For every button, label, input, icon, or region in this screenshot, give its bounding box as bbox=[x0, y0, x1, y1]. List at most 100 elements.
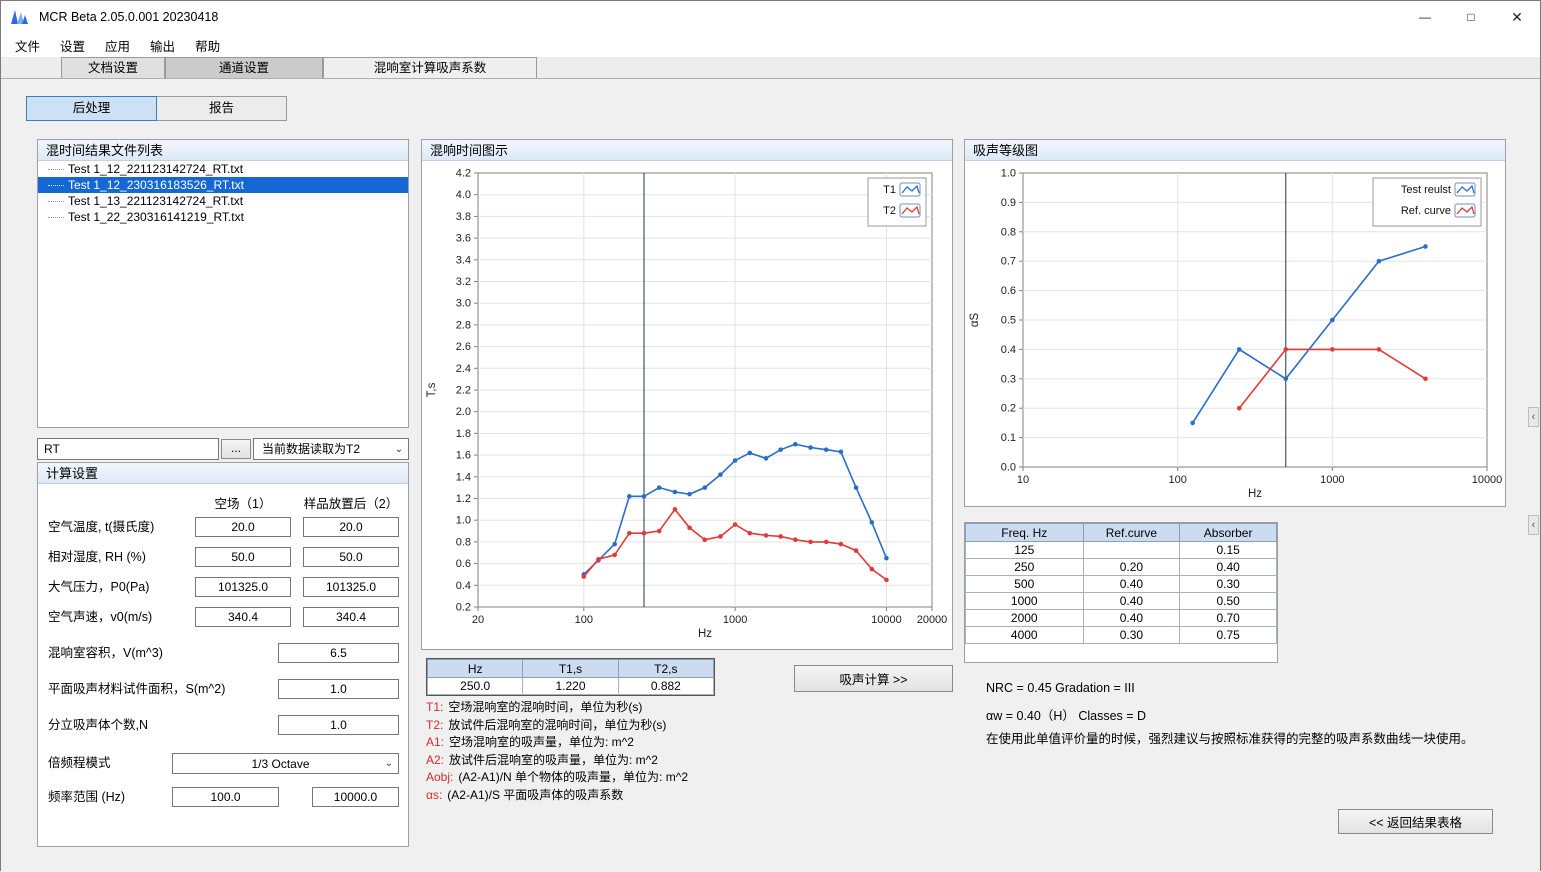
subtab-report[interactable]: 报告 bbox=[156, 96, 287, 121]
file-list-item[interactable]: Test 1_13_221123142724_RT.txt bbox=[38, 193, 408, 209]
field-input-col2[interactable] bbox=[303, 577, 399, 597]
return-results-button[interactable]: << 返回结果表格 bbox=[1338, 809, 1493, 834]
maximize-button[interactable]: □ bbox=[1448, 1, 1494, 33]
file-list-item[interactable]: Test 1_12_221123142724_RT.txt bbox=[38, 161, 408, 177]
svg-text:100: 100 bbox=[575, 614, 593, 626]
collapse-handle-bottom[interactable]: ‹ bbox=[1528, 515, 1539, 535]
subtab-postprocess[interactable]: 后处理 bbox=[26, 96, 157, 121]
menu-item-2[interactable]: 应用 bbox=[95, 34, 140, 57]
file-list-title: 混时间结果文件列表 bbox=[38, 140, 408, 161]
field-input-col1[interactable] bbox=[195, 577, 291, 597]
file-list-item[interactable]: Test 1_22_230316141219_RT.txt bbox=[38, 209, 408, 225]
svg-text:1.2: 1.2 bbox=[456, 493, 471, 505]
tab-document-settings[interactable]: 文档设置 bbox=[61, 57, 165, 78]
rating-table-cell: 0.40 bbox=[1083, 593, 1180, 610]
octave-mode-dropdown[interactable]: 1/3 Octave⌄ bbox=[172, 753, 399, 774]
calc-body: 空场（1）样品放置后（2）空气温度, t(摄氏度)相对湿度, RH (%)大气压… bbox=[38, 484, 408, 846]
menu-item-4[interactable]: 帮助 bbox=[185, 34, 230, 57]
field-input-col2[interactable] bbox=[303, 607, 399, 627]
field-input-col2[interactable] bbox=[303, 547, 399, 567]
data-read-dropdown[interactable]: 当前数据读取为T2 ⌄ bbox=[253, 438, 409, 460]
app-logo-icon bbox=[11, 8, 31, 26]
minimize-button[interactable]: — bbox=[1402, 1, 1448, 33]
field-input[interactable] bbox=[278, 643, 399, 663]
file-list[interactable]: Test 1_12_221123142724_RT.txtTest 1_12_2… bbox=[38, 161, 408, 427]
chevron-down-icon: ⌄ bbox=[391, 440, 407, 458]
svg-text:1.4: 1.4 bbox=[456, 471, 471, 483]
rating-table-cell: 0.15 bbox=[1180, 542, 1277, 559]
field-input[interactable] bbox=[278, 715, 399, 735]
svg-text:αS: αS bbox=[969, 313, 981, 328]
svg-text:0.8: 0.8 bbox=[1001, 226, 1016, 238]
rt-table-cell: 0.882 bbox=[618, 678, 713, 695]
absorb-calc-button[interactable]: 吸声计算 >> bbox=[794, 665, 953, 692]
svg-text:Hz: Hz bbox=[698, 628, 712, 640]
svg-text:Ref. curve: Ref. curve bbox=[1401, 205, 1451, 217]
menu-item-1[interactable]: 设置 bbox=[50, 34, 95, 57]
svg-text:1000: 1000 bbox=[1320, 474, 1344, 486]
rating-table-cell: 4000 bbox=[966, 627, 1084, 644]
rating-table-row: 20000.400.70 bbox=[966, 610, 1277, 627]
menu-item-0[interactable]: 文件 bbox=[5, 34, 50, 57]
svg-text:4.0: 4.0 bbox=[456, 189, 471, 201]
file-list-item[interactable]: Test 1_12_230316183526_RT.txt bbox=[38, 177, 408, 193]
field-input-col2[interactable] bbox=[303, 517, 399, 537]
rating-table-cell: 125 bbox=[966, 542, 1084, 559]
rating-table-row: 2500.200.40 bbox=[966, 559, 1277, 576]
field-label: 空气声速，v0(m/s) bbox=[48, 607, 152, 627]
rt-table-row: 250.01.2200.882 bbox=[428, 678, 714, 695]
rating-table-row: 40000.300.75 bbox=[966, 627, 1277, 644]
close-button[interactable]: ✕ bbox=[1494, 1, 1540, 33]
rt-table-header: T1,s bbox=[523, 660, 618, 678]
app-window: MCR Beta 2.05.0.001 20230418 — □ ✕ 文件设置应… bbox=[0, 0, 1541, 871]
svg-text:0.4: 0.4 bbox=[1001, 344, 1016, 356]
definitions-list: T1: 空场混响室的混响时间，单位为秒(s) T2:放试件后混响室的混响时间，单位为… bbox=[426, 699, 826, 804]
freq-min-input[interactable] bbox=[172, 787, 279, 807]
definition-line: Aobj:(A2-A1)/N 单个物体的吸声量，单位为: m^2 bbox=[426, 769, 826, 787]
svg-text:Hz: Hz bbox=[1248, 488, 1262, 500]
field-input[interactable] bbox=[278, 679, 399, 699]
svg-text:10: 10 bbox=[1017, 474, 1029, 486]
svg-text:3.8: 3.8 bbox=[456, 211, 471, 223]
svg-text:2.0: 2.0 bbox=[456, 406, 471, 418]
definition-text: (A2-A1)/S 平面吸声体的吸声系数 bbox=[447, 788, 623, 802]
rating-table-header: Ref.curve bbox=[1083, 524, 1180, 542]
definition-key: T1: bbox=[426, 700, 443, 714]
rating-table-cell: 2000 bbox=[966, 610, 1084, 627]
menu-item-3[interactable]: 输出 bbox=[140, 34, 185, 57]
rating-table-header: Absorber bbox=[1180, 524, 1277, 542]
collapse-handle-top[interactable]: ‹ bbox=[1528, 407, 1539, 427]
field-label: 混响室容积，V(m^3) bbox=[48, 643, 163, 663]
tab-reverberation-absorption[interactable]: 混响室计算吸声系数 bbox=[323, 57, 537, 78]
browse-button[interactable]: ... bbox=[221, 439, 251, 459]
rating-table-cell: 500 bbox=[966, 576, 1084, 593]
rt-cursor-table: HzT1,sT2,s250.01.2200.882 bbox=[426, 658, 715, 696]
svg-text:0.6: 0.6 bbox=[456, 558, 471, 570]
svg-text:T2: T2 bbox=[883, 205, 896, 217]
rating-table-row: 125 0.15 bbox=[966, 542, 1277, 559]
rating-table-cell: 0.40 bbox=[1083, 610, 1180, 627]
rating-table-cell: 1000 bbox=[966, 593, 1084, 610]
freq-max-input[interactable] bbox=[312, 787, 399, 807]
definition-text: 空场混响室的混响时间，单位为秒(s) bbox=[448, 700, 642, 714]
rating-chart[interactable]: 0.00.10.20.30.40.50.60.70.80.91.01010010… bbox=[965, 161, 1505, 505]
tab-channel-settings[interactable]: 通道设置 bbox=[165, 57, 323, 78]
field-input-col1[interactable] bbox=[195, 547, 291, 567]
rt-name-input[interactable] bbox=[37, 438, 219, 460]
svg-text:10000: 10000 bbox=[1472, 474, 1503, 486]
definition-text: 空场混响室的吸声量，单位为: m^2 bbox=[449, 735, 634, 749]
svg-text:2.2: 2.2 bbox=[456, 385, 471, 397]
col-header-with-sample: 样品放置后（2） bbox=[289, 493, 413, 512]
svg-text:100: 100 bbox=[1168, 474, 1186, 486]
field-input-col1[interactable] bbox=[195, 517, 291, 537]
definition-line: T2:放试件后混响室的混响时间，单位为秒(s) bbox=[426, 717, 826, 735]
rating-table-cell: 0.30 bbox=[1083, 627, 1180, 644]
field-input-col1[interactable] bbox=[195, 607, 291, 627]
field-label: 相对湿度, RH (%) bbox=[48, 547, 146, 567]
rt-table-header: Hz bbox=[428, 660, 523, 678]
svg-text:0.5: 0.5 bbox=[1001, 315, 1016, 327]
rt-chart[interactable]: 0.20.40.60.81.01.21.41.61.82.02.22.42.62… bbox=[422, 161, 952, 647]
svg-text:1.8: 1.8 bbox=[456, 428, 471, 440]
svg-text:0.2: 0.2 bbox=[1001, 403, 1016, 415]
file-list-item-label: Test 1_13_221123142724_RT.txt bbox=[68, 194, 243, 208]
